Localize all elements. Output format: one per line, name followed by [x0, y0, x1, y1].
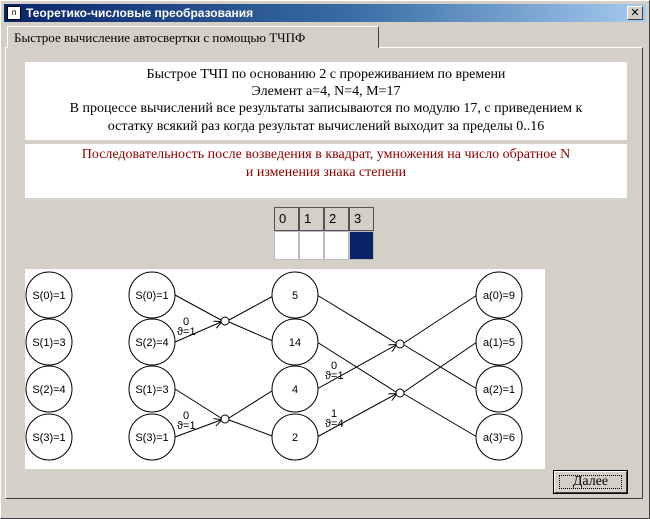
grid-cell-1[interactable]: [299, 231, 324, 260]
output-node-0: a(0)=9: [483, 290, 515, 302]
grid-header-0: 0: [274, 207, 299, 231]
reordered-node-2: S(1)=3: [135, 384, 168, 396]
butterfly-svg: 0 ϑ=1 0 ϑ=1 0 ϑ=1 1 ϑ=4 S(0)=1 S(1)=3 S(…: [25, 271, 523, 461]
title-bar[interactable]: п Теоретико-числовые преобразования ✕: [4, 4, 646, 22]
grid-cell-2[interactable]: [324, 231, 349, 260]
reordered-node-0: S(0)=1: [135, 290, 168, 302]
output-node-3: a(3)=6: [483, 432, 515, 444]
index-grid: 0 1 2 3: [274, 207, 376, 263]
stage1-node-3: 2: [292, 432, 298, 444]
grid-header-3: 3: [349, 207, 374, 231]
stage1-node-1: 14: [289, 337, 301, 349]
stage2-edges: [316, 294, 478, 438]
input-node-0: S(0)=1: [32, 290, 65, 302]
app-window: п Теоретико-числовые преобразования ✕ Бы…: [0, 0, 650, 519]
info-line-1: Быстрое ТЧП по основанию 2 с прореживани…: [146, 67, 506, 82]
info-line-3: В процессе вычислений все результаты зап…: [69, 101, 583, 116]
reordered-nodes: S(0)=1 S(2)=4 S(1)=3 S(3)=1: [128, 271, 176, 461]
info-red-line-1: Последовательность после возведения в кв…: [81, 147, 571, 162]
next-button[interactable]: Далее: [553, 470, 628, 494]
stage1-nodes: 5 14 4 2: [271, 271, 319, 461]
info-separator: [25, 140, 627, 144]
input-node-1: S(1)=3: [32, 337, 65, 349]
window-title: Теоретико-числовые преобразования: [26, 6, 254, 20]
input-nodes: S(0)=1 S(1)=3 S(2)=4 S(3)=1: [25, 271, 73, 461]
twiddle-sym-1: ϑ=1: [177, 326, 196, 338]
grid-cell-3[interactable]: [349, 231, 374, 260]
twiddle-sym-3: ϑ=1: [325, 370, 344, 382]
grid-cell-0[interactable]: [274, 231, 299, 260]
butterfly-diagram: 0 ϑ=1 0 ϑ=1 0 ϑ=1 1 ϑ=4 S(0)=1 S(1)=3 S(…: [25, 269, 545, 469]
twiddle-sym-4: ϑ=4: [325, 418, 344, 430]
output-node-2: a(2)=1: [483, 384, 515, 396]
reordered-node-1: S(2)=4: [135, 337, 168, 349]
grid-header-2: 2: [324, 207, 349, 231]
app-icon[interactable]: п: [7, 6, 21, 20]
stage1-node-0: 5: [292, 290, 298, 302]
output-nodes: a(0)=9 a(1)=5 a(2)=1 a(3)=6: [475, 271, 523, 461]
input-node-2: S(2)=4: [32, 384, 65, 396]
info-panel: Быстрое ТЧП по основанию 2 с прореживани…: [25, 62, 627, 198]
twiddle-sym-2: ϑ=1: [177, 420, 196, 432]
info-line-2: Элемент a=4, N=4, M=17: [251, 84, 401, 99]
info-red-line-2: и изменения знака степени: [245, 165, 407, 180]
info-line-4: остатку всякий раз когда результат вычис…: [107, 119, 545, 134]
twiddle-labels: 0 ϑ=1 0 ϑ=1 0 ϑ=1 1 ϑ=4: [177, 316, 344, 432]
tab-fast-autoconvolution[interactable]: Быстрое вычисление автосвертки с помощью…: [7, 26, 379, 48]
reordered-node-3: S(3)=1: [135, 432, 168, 444]
next-button-label: Далее: [572, 474, 609, 489]
output-node-1: a(1)=5: [483, 337, 515, 349]
close-button[interactable]: ✕: [627, 6, 643, 20]
input-node-3: S(3)=1: [32, 432, 65, 444]
grid-header-1: 1: [299, 207, 324, 231]
tab-label: Быстрое вычисление автосвертки с помощью…: [14, 30, 306, 45]
stage1-node-2: 4: [292, 384, 298, 396]
